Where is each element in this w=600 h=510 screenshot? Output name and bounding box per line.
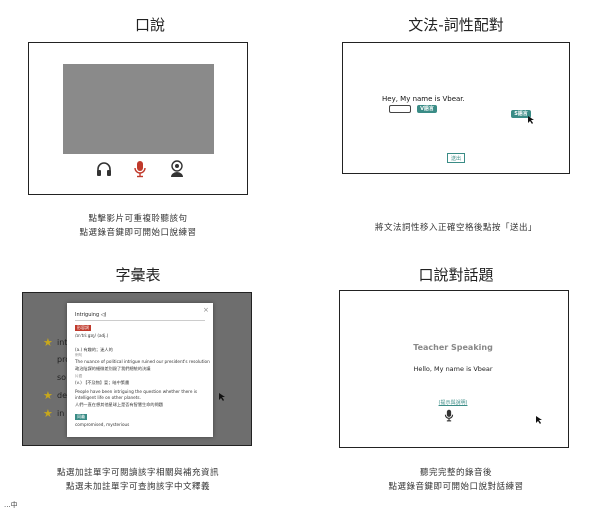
answer-blank[interactable] <box>389 105 411 113</box>
topic-caption: 聽完完整的錄音後 點選錄音鍵即可開始口說對話練習 <box>326 466 586 494</box>
speaking-caption: 點擊影片可重複聆聽該句 點選錄音鍵即可開始口說練習 <box>8 212 268 240</box>
pos-chip-placed[interactable]: V語言 <box>417 105 437 113</box>
close-icon[interactable]: × <box>203 306 209 314</box>
vocabulary-title: 字彙表 <box>115 266 161 284</box>
vocab-item[interactable]: de <box>57 391 67 400</box>
synonym-tag: 同義 <box>75 414 87 420</box>
group-label: 片語 <box>75 374 83 378</box>
modal-word[interactable]: Intriguing ◁) <box>75 312 107 318</box>
vocab-item[interactable]: int <box>57 338 67 347</box>
caption-line: 點選錄音鍵即可開始口說練習 <box>79 228 197 238</box>
footer-text: ...中 <box>4 501 18 509</box>
submit-button[interactable]: 送出 <box>447 153 465 163</box>
grammar-caption: 將文法詞性移入正確空格後點按「送出」 <box>326 221 586 235</box>
mouse-cursor-icon <box>536 416 542 424</box>
speaker-avatar-icon[interactable] <box>169 160 185 178</box>
hint-link[interactable]: (提示與說明) <box>340 399 566 406</box>
vocab-item[interactable]: so <box>57 373 66 382</box>
caption-line: 點選錄音鍵即可開始口說對話練習 <box>388 482 524 492</box>
synonyms: compromised, mysterious <box>75 422 130 427</box>
grammar-panel: Hey, My name is Vbear. V語言 S語言 送出 <box>342 42 570 174</box>
video-player[interactable] <box>63 64 214 154</box>
headphones-icon[interactable] <box>95 161 113 177</box>
topic-panel: Teacher Speaking Hello, My name is Vbear… <box>339 290 569 448</box>
vocabulary-panel: ★ int pro so ★ de ★ in Intriguing ◁) × 形… <box>22 292 252 446</box>
caption-line: 點選加註單字可閱讀該字相關與補充資訊 <box>56 468 219 478</box>
star-icon[interactable]: ★ <box>43 390 53 401</box>
teacher-speaking-heading: Teacher Speaking <box>413 343 493 352</box>
phonetic: /ɪnˈtriːgɪŋ/ (adj.) <box>75 333 109 338</box>
grammar-sentence: Hey, My name is Vbear. <box>382 95 465 103</box>
caption-line: 將文法詞性移入正確空格後點按「送出」 <box>374 223 537 233</box>
example2-en-b: intelligent life on other planets. <box>75 395 141 400</box>
vocabulary-caption: 點選加註單字可閱讀該字相關與補充資訊 點選未加註單字可查詢該字中文釋義 <box>8 466 268 494</box>
example-en: The nuance of political intrigue ruined … <box>75 359 210 364</box>
caption-line: 聽完完整的錄音後 <box>419 468 492 478</box>
word-detail-modal: Intriguing ◁) × 形容詞 /ɪnˈtriːgɪŋ/ (adj.) … <box>67 303 213 437</box>
caption-line: 點選未加註單字可查詢該字中文釋義 <box>65 482 210 492</box>
microphone-icon[interactable] <box>133 160 147 178</box>
caption-line: 點擊影片可重複聆聽該句 <box>88 214 188 224</box>
teacher-line: Hello, My name is Vbear <box>413 365 493 373</box>
topic-title: 口說對話題 <box>418 266 494 284</box>
phrase: (v.) 【不及物】耍；暗中策畫 <box>75 380 130 385</box>
speaking-title: 口說 <box>134 16 165 34</box>
speaking-panel <box>28 42 248 195</box>
grammar-title: 文法-詞性配對 <box>408 16 504 34</box>
example-label: 例句 <box>75 353 83 357</box>
star-icon[interactable]: ★ <box>43 337 53 348</box>
vocab-item[interactable]: in <box>57 409 64 418</box>
mouse-cursor-icon <box>219 393 225 401</box>
microphone-icon[interactable] <box>444 409 454 422</box>
star-icon[interactable]: ★ <box>43 408 53 419</box>
divider <box>75 320 205 321</box>
pos-tag: 形容詞 <box>75 325 91 331</box>
mouse-cursor-icon <box>528 116 534 124</box>
example-zh: 政治陰謀的細微差別毀了我們總統的決議 <box>75 366 151 371</box>
example2-zh: 人們一直在想其他星球上是否有智慧生命的問題 <box>75 402 163 407</box>
